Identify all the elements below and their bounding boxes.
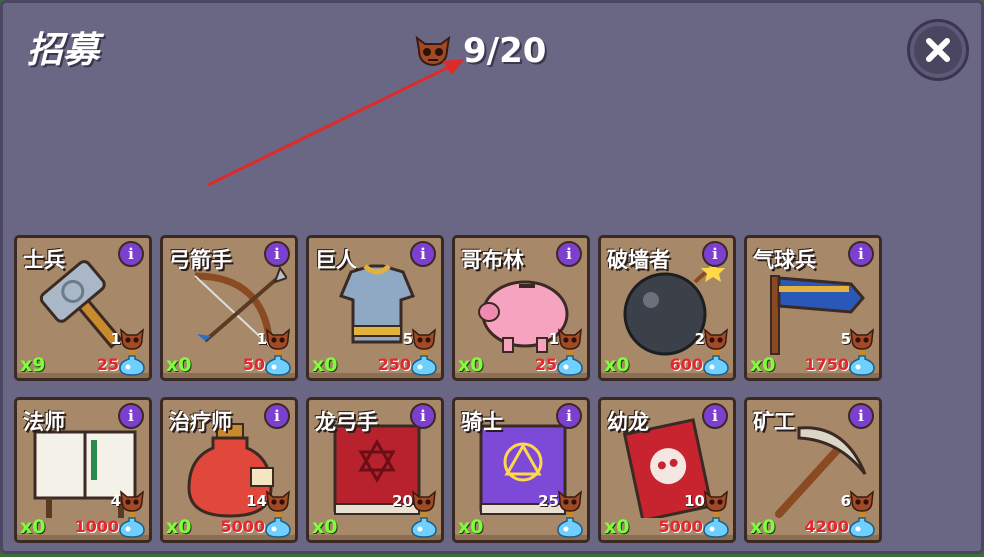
info-button[interactable]: i [702,403,728,429]
unit-cost: 50 [242,355,265,374]
housing-count-text: 9/20 [463,31,547,71]
recruit-panel: 招募 9/20 士兵 i 1 x9 25 弓箭手 i 1 x0 50 巨人 i 5 x0 250 哥布林 i 1 x… [0,0,984,554]
unit-count: x0 [312,516,338,538]
skull-icon [558,490,582,512]
unit-count: x0 [750,516,776,538]
elixir-icon [703,512,729,538]
housing-space: 20 [392,492,413,510]
unit-name: 法师 [23,410,65,434]
elixir-icon [557,512,583,538]
skull-icon [120,490,144,512]
unit-card[interactable]: 矿工 i 6 x0 4200 [744,397,882,543]
info-button[interactable]: i [410,241,436,267]
unit-card[interactable]: 骑士 i 25 x0 14000 [452,397,590,543]
info-button[interactable]: i [264,403,290,429]
unit-card[interactable]: 破墙者 i 2 x0 600 [598,235,736,381]
elixir-icon [411,512,437,538]
unit-name: 治疗师 [169,410,232,434]
info-button[interactable]: i [410,403,436,429]
skull-icon [120,328,144,350]
unit-count: x0 [20,516,46,538]
housing-space: 25 [538,492,559,510]
unit-cost: 1000 [74,517,119,536]
skull-icon [704,328,728,350]
unit-count: x0 [458,516,484,538]
unit-name: 巨人 [315,248,357,272]
info-button[interactable]: i [702,241,728,267]
info-button[interactable]: i [264,241,290,267]
unit-name: 气球兵 [753,248,816,272]
housing-space: 14 [246,492,267,510]
elixir-icon [849,350,875,376]
unit-card[interactable]: 巨人 i 5 x0 250 [306,235,444,381]
skull-icon [704,490,728,512]
elixir-icon [119,350,145,376]
page-title: 招募 [27,30,100,71]
elixir-icon [411,350,437,376]
unit-cost: 250 [377,355,411,374]
unit-card[interactable]: 幼龙 i 10 x0 5000 [598,397,736,543]
unit-cost: 5000 [658,517,703,536]
unit-name: 龙弓手 [315,410,378,434]
unit-count: x9 [20,354,46,376]
info-button[interactable]: i [848,403,874,429]
unit-card[interactable]: 士兵 i 1 x9 25 [14,235,152,381]
unit-cost: 14000 [501,540,557,541]
elixir-icon [265,512,291,538]
unit-name: 矿工 [753,410,795,434]
unit-count: x0 [166,516,192,538]
unit-name: 士兵 [23,248,65,272]
unit-cost: 25 [96,355,119,374]
unit-count: x0 [312,354,338,376]
unit-name: 幼龙 [607,410,649,434]
info-button[interactable]: i [118,241,144,267]
skull-icon [850,328,874,350]
unit-count: x0 [166,354,192,376]
unit-cost: 600 [669,355,703,374]
unit-card[interactable]: 哥布林 i 1 x0 25 [452,235,590,381]
housing-counter: 9/20 [413,29,546,73]
unit-card[interactable]: 龙弓手 i 20 x0 10000 [306,397,444,543]
skull-icon [266,328,290,350]
elixir-icon [849,512,875,538]
skull-icon [850,490,874,512]
unit-name: 弓箭手 [169,248,232,272]
close-x-icon [926,38,950,62]
unit-count: x0 [458,354,484,376]
unit-card[interactable]: 法师 i 4 x0 1000 [14,397,152,543]
skull-icon [412,328,436,350]
unit-cost: 25 [534,355,557,374]
unit-name: 破墙者 [607,248,670,272]
info-button[interactable]: i [118,403,144,429]
unit-count: x0 [750,354,776,376]
unit-card[interactable]: 弓箭手 i 1 x0 50 [160,235,298,381]
unit-count: x0 [604,354,630,376]
info-button[interactable]: i [556,241,582,267]
housing-space: 10 [684,492,705,510]
unit-name: 骑士 [461,410,503,434]
close-button[interactable] [907,19,969,81]
unit-cost: 5000 [220,517,265,536]
info-button[interactable]: i [848,241,874,267]
unit-card[interactable]: 气球兵 i 5 x0 1750 [744,235,882,381]
unit-cost: 4200 [804,517,849,536]
elixir-icon [703,350,729,376]
unit-name: 哥布林 [461,248,524,272]
elixir-icon [557,350,583,376]
unit-count: x0 [604,516,630,538]
skull-icon [558,328,582,350]
unit-cost: 1750 [804,355,849,374]
skull-icon [412,490,436,512]
unit-card[interactable]: 治疗师 i 14 x0 5000 [160,397,298,543]
elixir-icon [119,512,145,538]
unit-cost: 10000 [355,540,411,541]
elixir-icon [265,350,291,376]
skull-icon [266,490,290,512]
skull-icon [415,35,451,67]
info-button[interactable]: i [556,403,582,429]
